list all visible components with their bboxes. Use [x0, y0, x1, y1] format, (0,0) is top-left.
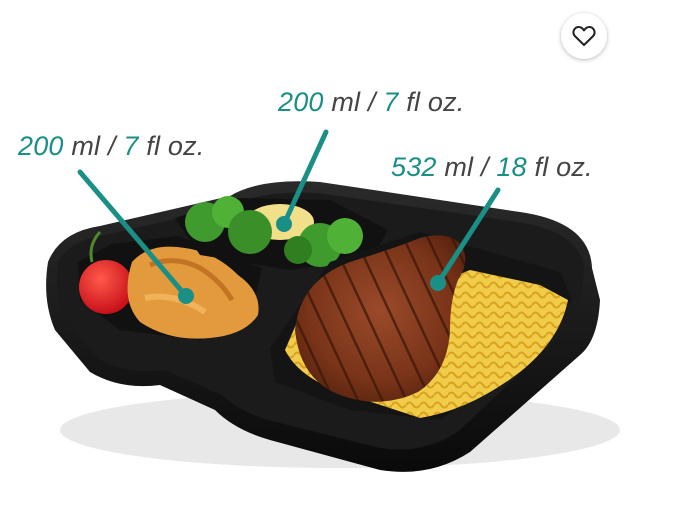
- capacity-label-middle-compartment: 200 ml / 7 fl oz.: [278, 87, 465, 118]
- capacity-ml-unit: ml: [71, 131, 101, 161]
- capacity-separator: /: [480, 152, 489, 182]
- capacity-oz-value: 7: [123, 131, 139, 161]
- capacity-oz-value: 18: [496, 152, 527, 182]
- capacity-oz-value: 7: [383, 87, 399, 117]
- heart-outline-icon: [572, 25, 596, 46]
- capacity-label-left-compartment: 200 ml / 7 fl oz.: [18, 131, 205, 162]
- capacity-separator: /: [107, 131, 116, 161]
- capacity-oz-unit: fl oz.: [534, 152, 593, 182]
- capacity-label-right-compartment: 532 ml / 18 fl oz.: [391, 152, 593, 183]
- capacity-ml-unit: ml: [331, 87, 361, 117]
- favorite-button[interactable]: [561, 13, 607, 59]
- capacity-ml-value: 200: [18, 131, 64, 161]
- meal-prep-container-photo: [46, 129, 620, 472]
- capacity-ml-unit: ml: [444, 152, 474, 182]
- product-image: 200 ml / 7 fl oz. 200 ml / 7 fl oz. 532 …: [0, 0, 677, 531]
- capacity-oz-unit: fl oz.: [146, 131, 205, 161]
- capacity-ml-value: 532: [391, 152, 437, 182]
- capacity-oz-unit: fl oz.: [406, 87, 465, 117]
- capacity-ml-value: 200: [278, 87, 324, 117]
- capacity-separator: /: [367, 87, 376, 117]
